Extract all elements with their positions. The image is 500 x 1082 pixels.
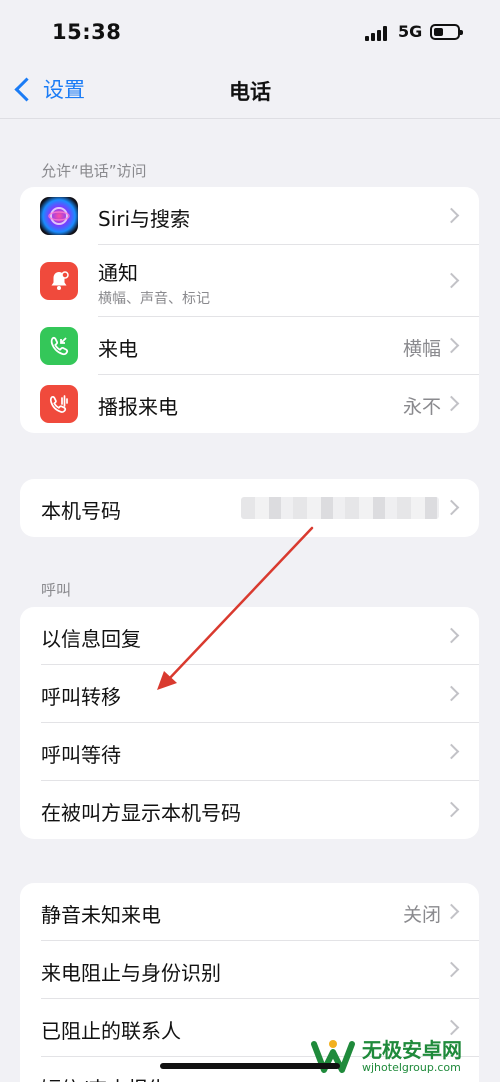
watermark-logo-icon (310, 1036, 356, 1076)
watermark-name: 无极安卓网 (362, 1037, 462, 1062)
watermark-url: wjhotelgroup.com (362, 1060, 461, 1074)
home-indicator[interactable] (160, 1063, 340, 1069)
annotation-arrow (157, 526, 314, 690)
watermark: 无极安卓网 wjhotelgroup.com (310, 1030, 500, 1082)
